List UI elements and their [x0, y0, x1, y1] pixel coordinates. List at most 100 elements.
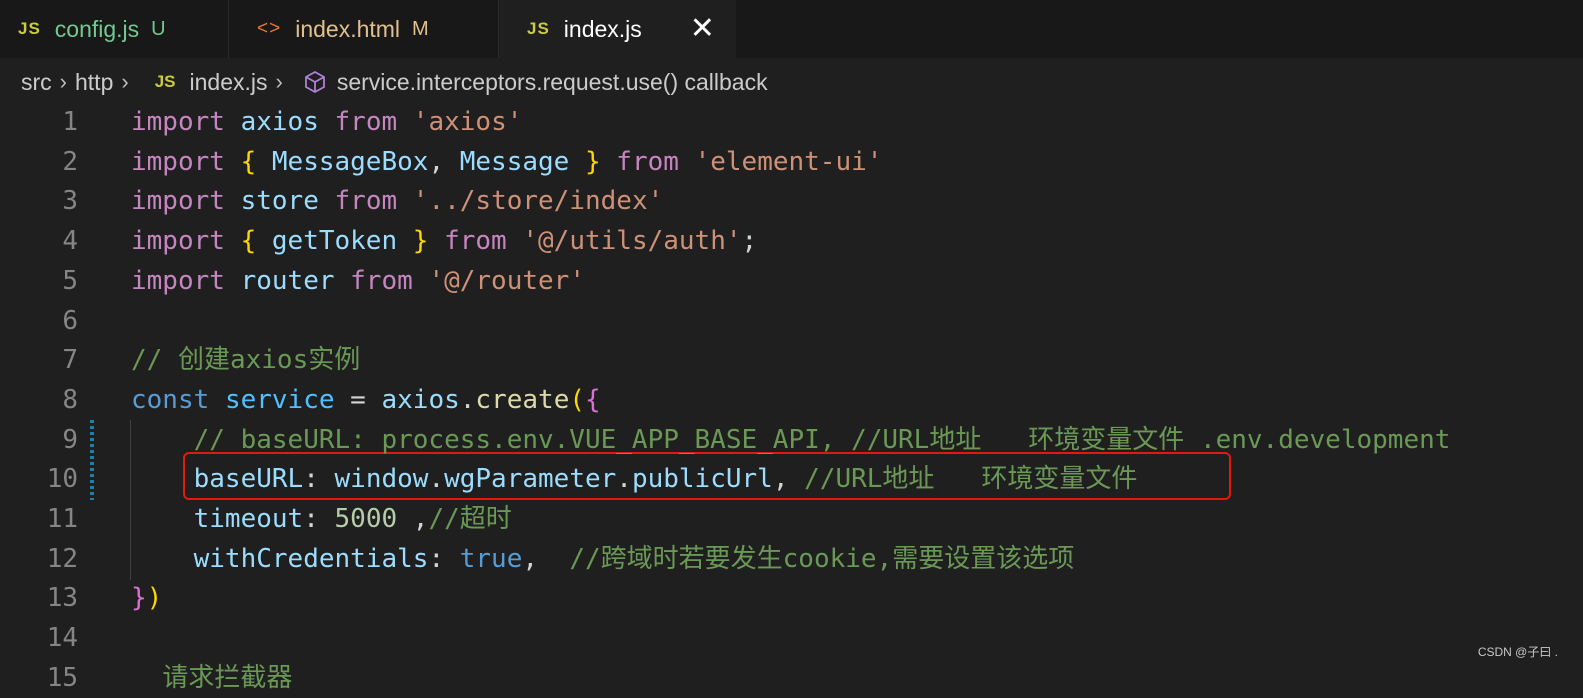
- code-token: axios: [240, 107, 319, 137]
- breadcrumb-item-symbol[interactable]: service.interceptors.request.use() callb…: [337, 69, 768, 96]
- code-token: withCredentials: [193, 543, 429, 574]
- cube-icon: [303, 70, 327, 94]
- code-token: from: [334, 107, 398, 137]
- code-line[interactable]: 12 withCredentials: true, //跨域时若要发生cooki…: [0, 539, 1583, 579]
- code-content: import { MessageBox, Message } from 'ele…: [131, 142, 882, 182]
- code-token: ,: [428, 146, 460, 177]
- tab-index-html[interactable]: <> index.html M: [229, 0, 499, 58]
- close-icon[interactable]: ✕: [690, 14, 715, 44]
- code-token: // 创建axios实例: [131, 345, 361, 376]
- code-token: import: [131, 226, 225, 257]
- code-token: '@/utils/auth': [522, 226, 742, 257]
- code-line[interactable]: 13}): [0, 578, 1583, 618]
- code-line[interactable]: 6: [0, 301, 1583, 341]
- line-number: 13: [46, 583, 78, 614]
- chevron-right-icon: ›: [121, 69, 129, 94]
- javascript-file-icon: JS: [18, 19, 41, 38]
- code-token: true: [459, 543, 523, 574]
- code-content: withCredentials: true, //跨域时若要发生cookie,需…: [131, 539, 1075, 579]
- code-token: ,: [772, 464, 805, 495]
- code-line[interactable]: 1 import axios from 'axios': [0, 102, 1583, 142]
- code-token: from: [616, 146, 679, 177]
- code-token: store: [240, 186, 319, 217]
- line-number: 6: [62, 305, 78, 336]
- code-token: :: [303, 504, 335, 534]
- code-line[interactable]: 9 // baseURL: process.env.VUE_APP_BASE_A…: [0, 420, 1583, 460]
- code-line[interactable]: 3 import store from '../store/index': [0, 181, 1583, 221]
- chevron-right-icon: ›: [59, 69, 67, 94]
- breadcrumb-item-src[interactable]: src: [21, 69, 52, 96]
- line-number: 8: [62, 384, 78, 415]
- code-token: //URL地址 环境变量文件: [804, 464, 1138, 495]
- code-token: from: [350, 265, 413, 296]
- code-content: import { getToken } from '@/utils/auth';: [131, 221, 757, 261]
- code-token: =: [334, 384, 382, 415]
- code-token: ,: [522, 543, 570, 574]
- breadcrumb-item-file[interactable]: index.js: [190, 69, 268, 96]
- tab-index-js[interactable]: JS index.js ✕: [499, 0, 736, 58]
- line-number: 4: [62, 226, 78, 257]
- code-content: import store from '../store/index': [131, 181, 663, 221]
- code-line[interactable]: 10 baseURL: window.wgParameter.publicUrl…: [0, 459, 1583, 499]
- code-token: timeout: [193, 504, 304, 534]
- html-file-icon: <>: [257, 18, 282, 39]
- code-content: }): [131, 578, 162, 618]
- code-token: service: [224, 384, 335, 415]
- tab-label: config.js: [54, 15, 140, 42]
- code-line[interactable]: 7 // 创建axios实例: [0, 340, 1583, 380]
- code-content: // 创建axios实例: [131, 340, 360, 380]
- code-line[interactable]: 2 import { MessageBox, Message } from 'el…: [0, 142, 1583, 182]
- code-line[interactable]: 11 timeout: 5000 ,//超时: [0, 499, 1583, 539]
- code-line[interactable]: 5 import router from '@/router': [0, 261, 1583, 301]
- code-token: }: [412, 226, 429, 257]
- code-token: ;: [741, 226, 758, 257]
- code-editor[interactable]: 1 import axios from 'axios' 2 import { Mess…: [0, 102, 1583, 693]
- code-token: 请求拦截器: [162, 662, 293, 693]
- code-token: :: [303, 464, 335, 495]
- code-token: 5000: [334, 504, 398, 534]
- line-number: 2: [62, 146, 78, 177]
- code-line[interactable]: 4 import { getToken } from '@/utils/auth'…: [0, 221, 1583, 261]
- code-token: '../store/index': [412, 186, 664, 217]
- code-token: 'axios': [412, 107, 523, 137]
- code-token: '@/router': [428, 265, 585, 296]
- code-token: //超时: [428, 504, 512, 534]
- tab-config-js[interactable]: JS config.js U: [0, 0, 229, 58]
- code-line[interactable]: 14: [0, 618, 1583, 658]
- code-token: {: [240, 226, 257, 257]
- code-token: import: [131, 186, 225, 217]
- code-token: router: [240, 265, 335, 296]
- line-number: 7: [62, 345, 78, 376]
- code-content: const service = axios.create({: [131, 380, 601, 420]
- code-line[interactable]: 8 const service = axios.create({: [0, 380, 1583, 420]
- code-token: }: [584, 146, 601, 177]
- code-token: import: [131, 146, 225, 177]
- code-token: (: [569, 384, 585, 415]
- code-line[interactable]: 15 请求拦截器: [0, 658, 1583, 698]
- code-token: .: [616, 464, 632, 495]
- breadcrumb-item-http[interactable]: http: [75, 69, 113, 96]
- code-token: ): [146, 583, 163, 614]
- code-token: wgParameter: [444, 464, 617, 495]
- line-number: 14: [46, 623, 78, 654]
- line-number: 3: [62, 186, 78, 217]
- code-token: publicUrl: [631, 464, 773, 495]
- code-token: MessageBox: [271, 146, 429, 177]
- line-number: 11: [46, 504, 78, 534]
